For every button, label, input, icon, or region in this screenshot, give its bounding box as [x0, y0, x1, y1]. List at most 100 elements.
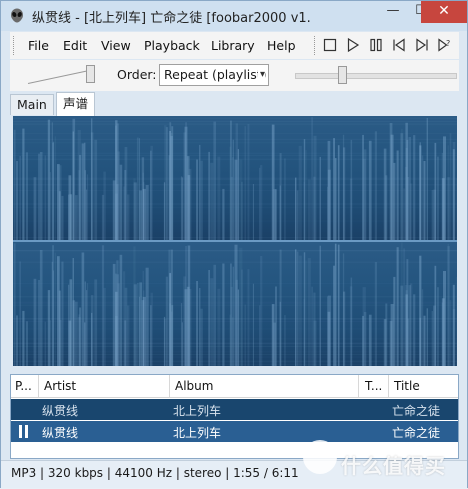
spectrogram-streak — [232, 139, 234, 240]
spectrogram-noise-line — [13, 354, 457, 355]
spectrogram-streak — [239, 159, 243, 240]
play-icon[interactable] — [345, 37, 361, 53]
column-playing[interactable]: P... — [15, 379, 32, 393]
spectrogram-streak — [25, 152, 28, 240]
spectrogram-streak — [44, 155, 47, 240]
spectrogram-streak — [284, 315, 286, 366]
spectrogram-streak — [52, 142, 54, 240]
minimize-button[interactable]: — — [379, 1, 407, 23]
spectrogram-streak — [271, 124, 275, 240]
pause-icon[interactable] — [368, 37, 384, 53]
spectrogram-streak — [185, 122, 187, 240]
spectrogram-streak — [383, 148, 387, 240]
spectrogram-streak — [150, 145, 153, 240]
table-row[interactable]: 纵贯线 北上列车 亡命之徒 — [11, 399, 458, 420]
title-bar[interactable]: 纵贯线 - [北上列车] 亡命之徒 [foobar2000 v1. — ☐ ✕ — [1, 1, 467, 31]
order-dropdown-value: Repeat (playlist) — [164, 67, 267, 82]
toolbar-grip[interactable] — [13, 36, 17, 55]
volume-slider-track[interactable] — [27, 68, 95, 84]
seek-bar-track[interactable] — [295, 73, 457, 79]
spectrogram-streak — [75, 195, 78, 240]
spectrogram-streak — [180, 176, 183, 240]
spectrogram-streak — [133, 182, 137, 240]
seek-bar-thumb[interactable] — [337, 66, 347, 84]
spectrogram-streak — [81, 252, 85, 366]
spectrogram-streak — [423, 161, 426, 240]
column-separator[interactable] — [358, 375, 359, 397]
spectrogram-streak — [434, 265, 437, 366]
volume-slider-thumb[interactable] — [86, 65, 95, 83]
spectrogram-streak — [423, 315, 426, 366]
tab-spectrogram[interactable]: 声谱 — [56, 92, 96, 116]
spectrogram-streak — [19, 155, 21, 240]
spectrogram-noise-line — [13, 351, 457, 353]
spectrogram-streak — [307, 258, 311, 366]
spectrogram-streak — [119, 254, 123, 366]
spectrogram-streak — [210, 278, 214, 366]
close-button[interactable]: ✕ — [421, 1, 467, 23]
spectrogram-streak — [75, 301, 78, 366]
spectrogram-streak — [69, 194, 73, 240]
column-separator[interactable] — [388, 375, 389, 397]
order-dropdown[interactable]: Repeat (playlist) ▾ — [159, 64, 269, 86]
spectrogram-noise-line — [13, 221, 457, 222]
spectrogram-streak — [252, 283, 254, 366]
spectrogram-noise-line — [13, 345, 457, 347]
spectrogram-streak — [408, 137, 411, 240]
svg-text:?: ? — [446, 39, 450, 48]
spectrogram-streak — [441, 302, 443, 366]
previous-icon[interactable] — [391, 37, 407, 53]
toolbar-separator — [314, 36, 316, 55]
spectrogram-visualization — [13, 116, 457, 366]
column-title[interactable]: Title — [394, 379, 420, 393]
spectrogram-streak — [235, 123, 238, 240]
row-artist: 纵贯线 — [42, 426, 79, 440]
spectrogram-noise-line — [13, 282, 457, 284]
tab-main[interactable]: Main — [10, 94, 54, 115]
spectrogram-noise-line — [13, 237, 457, 239]
spectrogram-streak — [16, 315, 18, 366]
row-album: 北上列车 — [173, 426, 222, 440]
menu-view[interactable]: View — [101, 38, 131, 53]
menu-playback[interactable]: Playback — [144, 38, 200, 53]
spectrogram-streak — [222, 188, 225, 240]
spectrogram-noise-line — [13, 301, 457, 303]
spectrogram-streak — [305, 150, 307, 240]
spectrogram-noise-line — [13, 117, 457, 119]
column-track[interactable]: T... — [365, 379, 382, 393]
column-artist[interactable]: Artist — [44, 379, 76, 393]
spectrogram-streak — [57, 164, 60, 240]
spectrogram-streak — [196, 159, 198, 240]
spectrogram-streak — [284, 158, 286, 240]
spectrogram-noise-line — [13, 158, 457, 160]
random-icon[interactable]: ? — [437, 37, 453, 53]
spectrogram-streak — [141, 300, 145, 366]
spectrogram-noise-line — [13, 179, 457, 181]
spectrogram-streak — [400, 133, 404, 240]
spectrogram-noise-line — [13, 302, 457, 304]
column-separator[interactable] — [38, 375, 39, 397]
spectrogram-streak — [33, 177, 37, 240]
menu-file[interactable]: File — [28, 38, 49, 53]
spectrogram-noise-line — [13, 138, 457, 140]
column-separator[interactable] — [169, 375, 170, 397]
spectrogram-streak — [419, 317, 421, 366]
spectrogram-streak — [307, 179, 311, 240]
spectrogram-streak — [180, 303, 183, 366]
stop-icon[interactable] — [322, 37, 338, 53]
row-album: 北上列车 — [173, 404, 222, 418]
spectrogram-streak — [396, 247, 399, 366]
column-album[interactable]: Album — [175, 379, 213, 393]
spectrogram-streak — [69, 279, 73, 366]
spectrogram-streak — [61, 261, 64, 366]
spectrogram-streak — [374, 131, 377, 240]
menu-library[interactable]: Library — [211, 38, 255, 53]
spectrogram-streak — [434, 142, 437, 240]
chevron-down-icon: ▾ — [257, 65, 265, 85]
spectrogram-streak — [39, 152, 43, 240]
next-icon[interactable] — [414, 37, 430, 53]
menu-help[interactable]: Help — [267, 38, 296, 53]
spectrogram-streak — [123, 186, 126, 240]
spectrogram-streak — [362, 158, 366, 240]
menu-edit[interactable]: Edit — [63, 38, 87, 53]
